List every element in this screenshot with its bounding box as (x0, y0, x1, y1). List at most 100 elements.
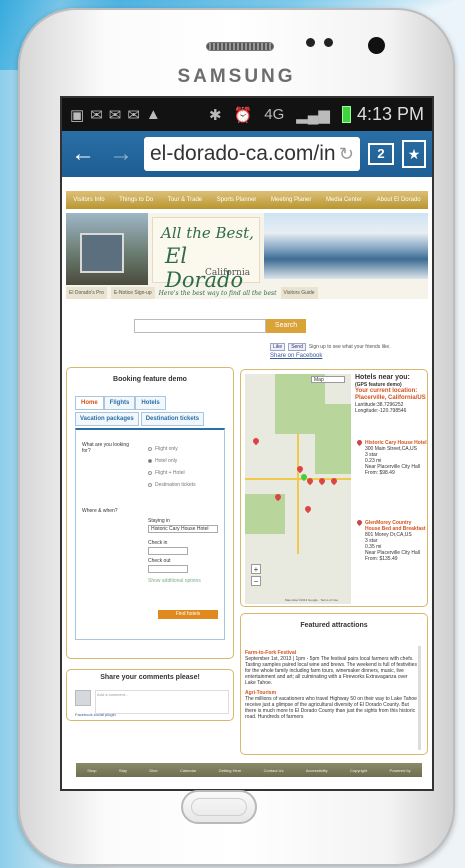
map-pin-icon[interactable] (251, 436, 261, 446)
nav-item-visitors-info[interactable]: Visitors Info (73, 197, 104, 203)
hotels-panel: Map + − Map data ©2013 Google · Terms of… (240, 369, 428, 607)
phone-screen: ▣ ✉ ✉ ✉ ▲ ✱ ⏰ 4G ▂▄▆ 4:13 PM ← → el-dora… (60, 96, 434, 791)
nav-item-meeting-planer[interactable]: Meeting Planer (271, 197, 311, 203)
banner-slogan: Here's the best way to find all the best (158, 289, 277, 297)
nav-item-things-to-do[interactable]: Things to Do (119, 197, 153, 203)
email-icon: ✉ (108, 106, 122, 124)
footer-link-stay[interactable]: Stay (119, 768, 127, 773)
nav-item-tour-trade[interactable]: Tour & Trade (168, 197, 202, 203)
light-sensor (324, 38, 333, 47)
hotels-title: Hotels near you: (355, 374, 410, 381)
map-type-select[interactable]: Map (311, 376, 345, 383)
footer-link-powered-by[interactable]: Powered by (390, 768, 411, 773)
attractions-panel: Featured attractions Farm-to-Fork Festiv… (240, 613, 428, 755)
status-bar: ▣ ✉ ✉ ✉ ▲ ✱ ⏰ 4G ▂▄▆ 4:13 PM (62, 98, 432, 131)
site-top-nav: Visitors Info Things to Do Tour & Trade … (66, 191, 428, 209)
find-hotels-button[interactable]: Find hotels (158, 610, 218, 619)
footer-link-shop[interactable]: Shop (87, 768, 96, 773)
site-footer-nav: Shop Stay Dine Calendar Getting Here Con… (76, 763, 422, 777)
visitors-guide-link[interactable]: Visitors Guide (280, 287, 318, 299)
radio-destination-tickets[interactable]: Destination tickets (148, 482, 196, 488)
forward-icon[interactable]: → (106, 140, 136, 168)
earpiece-speaker (206, 42, 274, 51)
tabs-button[interactable]: 2 (368, 143, 394, 165)
staying-in-field[interactable]: Historic Cary House Hotel (148, 525, 218, 533)
tab-hotels[interactable]: Hotels (135, 396, 166, 410)
footer-link-dine[interactable]: Dine (149, 768, 157, 773)
banner-state: California (205, 268, 251, 278)
check-out-label: Check out (148, 558, 171, 564)
show-options-link[interactable]: Show additional options (148, 578, 201, 584)
bookmark-icon[interactable]: ★ (402, 140, 426, 168)
home-button[interactable] (181, 790, 257, 824)
signal-icon: ▂▄▆ (296, 106, 330, 124)
share-facebook-link[interactable]: Share on Facebook (270, 353, 322, 359)
hotel-listing[interactable]: Historic Cary House Hotel 300 Main Stree… (355, 438, 427, 476)
footer-link-calendar[interactable]: Calendar (180, 768, 196, 773)
tab-vacation-packages[interactable]: Vacation packages (75, 412, 139, 426)
nav-item-about[interactable]: About El Dorado (377, 197, 421, 203)
banner-strip: El Dorado's Pro E-Notice Sign-up Here's … (66, 287, 428, 299)
footer-link-getting-here[interactable]: Getting Here (219, 768, 242, 773)
hotel-listing[interactable]: GlenMorey Country House Bed and Breakfas… (355, 518, 427, 562)
booking-tabs-secondary: Vacation packages Destination tickets (75, 412, 205, 426)
attractions-list[interactable]: Farm-to-Fork Festival September 1st, 201… (245, 646, 421, 750)
check-out-field[interactable] (148, 565, 188, 573)
booking-tabs: Home Flights Hotels (75, 396, 166, 410)
staying-in-label: Staying in (148, 518, 170, 524)
gallery-icon: ▣ (70, 106, 85, 124)
radio-flight-only[interactable]: Flight only (148, 446, 178, 452)
fb-send-button[interactable]: Send (288, 343, 306, 351)
back-icon[interactable]: ← (68, 140, 98, 168)
radio-flight-hotel[interactable]: Flight + Hotel (148, 470, 185, 476)
comment-input[interactable]: Add a comment... (95, 690, 229, 714)
banner-link-pro[interactable]: El Dorado's Pro (66, 287, 107, 299)
refresh-icon[interactable]: ↻ (339, 144, 354, 165)
check-in-label: Check in (148, 540, 168, 546)
zoom-in-icon[interactable]: + (251, 564, 261, 574)
hotel-name[interactable]: GlenMorey Country House Bed and Breakfas… (365, 520, 427, 532)
attraction-text: The millions of vacationers who travel H… (245, 696, 417, 720)
browser-toolbar: ← → el-dorado-ca.com/in ↻ 2 ★ (62, 131, 432, 177)
attraction-text: September 1st, 2013 | 1pm - 5pm The fest… (245, 656, 417, 686)
booking-form: What are you looking for? Flight only Ho… (75, 428, 225, 640)
question-label: What are you looking for? (82, 442, 129, 454)
web-page: Visitors Info Things to Do Tour & Trade … (62, 177, 432, 787)
banner-title-card: All the Best, El Dorado California (152, 217, 260, 292)
site-search-input[interactable] (134, 319, 266, 333)
tab-home[interactable]: Home (75, 396, 104, 410)
where-when-label: Where & when? (82, 508, 118, 514)
longitude: Longitude:-120.798546 (355, 408, 407, 414)
brand-logo: SAMSUNG (177, 66, 296, 87)
map-footer: Map data ©2013 Google · Terms of Use (285, 598, 339, 602)
fb-signup-text: Sign up to see what your friends like. (308, 344, 391, 350)
bluetooth-icon: ✱ (208, 106, 222, 124)
location-value: Placerville, California/US (355, 395, 426, 401)
email-icon: ✉ (127, 106, 140, 124)
radio-hotel-only[interactable]: Hotel only (148, 458, 177, 464)
banner-tagline: All the Best, (161, 224, 254, 242)
tab-destination-tickets[interactable]: Destination tickets (140, 412, 205, 426)
fb-plugin-label: Facebook social plugin (75, 712, 116, 717)
email-icon: ✉ (90, 106, 103, 124)
zoom-out-icon[interactable]: − (251, 576, 261, 586)
clock: 4:13 PM (356, 104, 424, 124)
hotel-price: From: $98.49 (365, 470, 395, 476)
fb-like-button[interactable]: Like (270, 343, 286, 351)
footer-link-accessibility[interactable]: Accessibility (306, 768, 328, 773)
url-bar[interactable]: el-dorado-ca.com/in ↻ (144, 137, 360, 171)
check-in-field[interactable] (148, 547, 188, 555)
nav-item-sports-planner[interactable]: Sports Planner (217, 197, 257, 203)
banner-photo-building (66, 213, 148, 285)
footer-link-contact[interactable]: Contact Us (264, 768, 284, 773)
enotice-signup-link[interactable]: E-Notice Sign-up (110, 287, 155, 299)
social-bar: Like Send Sign up to see what your frien… (270, 343, 391, 351)
footer-link-copyright[interactable]: Copyright (350, 768, 367, 773)
nav-item-media-center[interactable]: Media Center (326, 197, 362, 203)
search-button[interactable]: Search (266, 319, 306, 333)
banner-photo-lake (264, 213, 428, 279)
map-pin-icon[interactable] (303, 504, 313, 514)
tab-flights[interactable]: Flights (103, 396, 136, 410)
hotels-map[interactable]: Map + − Map data ©2013 Google · Terms of… (245, 374, 351, 604)
location-label: Your current location: (355, 388, 418, 394)
